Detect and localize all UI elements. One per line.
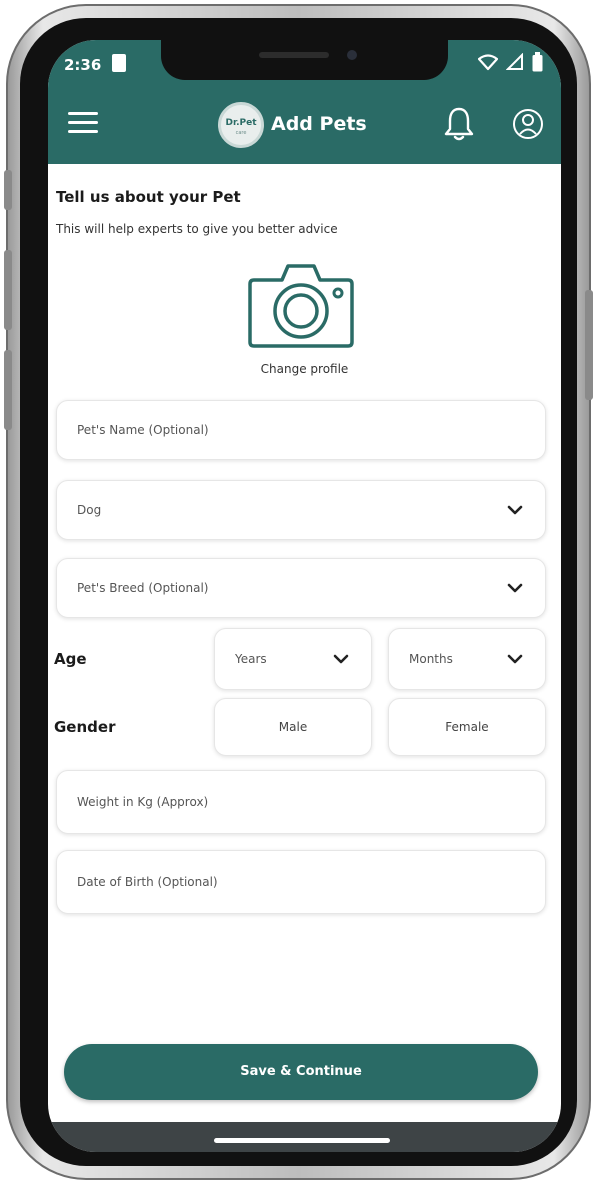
- gender-label: Gender: [54, 718, 116, 736]
- years-placeholder: Years: [235, 652, 267, 666]
- breed-select[interactable]: Pet's Breed (Optional): [56, 558, 546, 618]
- phone-volume-up-button: [4, 250, 12, 330]
- home-indicator[interactable]: [214, 1138, 390, 1143]
- status-time: 2:36: [64, 56, 102, 74]
- pet-name-placeholder: Pet's Name (Optional): [77, 423, 209, 437]
- bell-icon[interactable]: [443, 106, 475, 142]
- phone-volume-down-button: [4, 350, 12, 430]
- battery-icon: [532, 52, 543, 72]
- signal-icon: [506, 53, 523, 70]
- app-screen: 2:36 Dr.Pet care Add Pets Tell us about …: [48, 40, 561, 1152]
- chevron-down-icon: [507, 505, 523, 515]
- weight-placeholder: Weight in Kg (Approx): [77, 795, 209, 809]
- phone-power-button: [585, 290, 593, 400]
- front-camera: [347, 50, 357, 60]
- app-logo: Dr.Pet care: [218, 102, 264, 148]
- save-continue-button[interactable]: Save & Continue: [64, 1044, 538, 1100]
- phone-notch: [161, 40, 448, 80]
- earpiece-speaker: [259, 52, 329, 58]
- page-title: Add Pets: [271, 113, 367, 135]
- age-months-select[interactable]: Months: [388, 628, 546, 690]
- phone-side-button: [4, 170, 12, 210]
- system-nav-bar: [48, 1122, 561, 1152]
- change-profile-label[interactable]: Change profile: [48, 362, 561, 376]
- gender-female-button[interactable]: Female: [388, 698, 546, 756]
- age-years-select[interactable]: Years: [214, 628, 372, 690]
- date-of-birth-placeholder: Date of Birth (Optional): [77, 875, 218, 889]
- section-subtitle: This will help experts to give you bette…: [56, 222, 338, 236]
- age-label: Age: [54, 650, 87, 668]
- status-icons: [478, 52, 543, 72]
- female-label: Female: [445, 720, 489, 734]
- pet-name-input[interactable]: Pet's Name (Optional): [56, 400, 546, 460]
- species-value: Dog: [77, 503, 102, 517]
- user-profile-icon[interactable]: [512, 108, 544, 140]
- logo-text: Dr.Pet: [225, 118, 257, 128]
- breed-placeholder: Pet's Breed (Optional): [77, 581, 209, 595]
- sim-card-icon: [112, 54, 126, 72]
- chevron-down-icon: [333, 654, 349, 664]
- wifi-icon: [478, 54, 498, 71]
- camera-icon[interactable]: [248, 258, 354, 348]
- male-label: Male: [278, 720, 308, 734]
- chevron-down-icon: [507, 654, 523, 664]
- date-of-birth-input[interactable]: Date of Birth (Optional): [56, 850, 546, 914]
- weight-input[interactable]: Weight in Kg (Approx): [56, 770, 546, 834]
- species-select[interactable]: Dog: [56, 480, 546, 540]
- gender-male-button[interactable]: Male: [214, 698, 372, 756]
- section-title: Tell us about your Pet: [56, 188, 241, 206]
- months-placeholder: Months: [409, 652, 453, 666]
- logo-subtext: care: [235, 130, 247, 136]
- chevron-down-icon: [507, 583, 523, 593]
- hamburger-menu-icon[interactable]: [68, 112, 98, 134]
